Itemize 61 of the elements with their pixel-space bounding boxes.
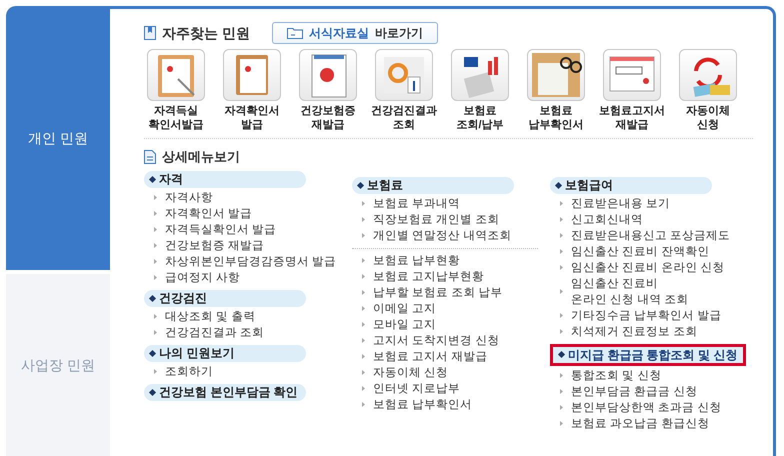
menu-link[interactable]: 통합조회 및 신청 (550, 368, 746, 384)
category-header: 건강보험 본인부담금 확인 (144, 384, 306, 400)
category-header: 보험급여 (550, 176, 712, 194)
tile-label: 보험료고지서 재발급 (599, 104, 665, 132)
menu-link[interactable]: 인터넷 지로납부 (352, 380, 538, 396)
menu-link[interactable]: 직장보험료 개인별 조회 (352, 212, 538, 228)
menu-link[interactable]: 건강보험증 재발급 (144, 238, 340, 254)
shortcut-tile[interactable]: 자격확인서 발급 (220, 49, 284, 132)
category-header: 건강검진 (144, 290, 306, 306)
menu-link[interactable]: 자격확인서 발급 (144, 206, 340, 222)
menu-link[interactable]: 임신출산 진료비 잔액확인 (550, 244, 746, 260)
menu-link[interactable]: 본인부담금 환급금 신청 (550, 384, 746, 400)
menu-link[interactable]: 보험료 납부현황 (352, 252, 538, 268)
tile-label: 건강검진결과 조회 (371, 104, 437, 132)
menu-link[interactable]: 건강검진결과 조회 (144, 324, 340, 340)
menu-link[interactable]: 보험료 과오납금 환급신청 (550, 416, 746, 432)
menu-link[interactable]: 임신출산 진료비 온라인 신청 내역 조회 (550, 276, 746, 308)
menu-link[interactable]: 모바일 고지 (352, 316, 538, 332)
menu-link[interactable]: 보험료 납부확인서 (352, 396, 538, 412)
shortcut-tile[interactable]: 자격득실 확인서발급 (144, 49, 208, 132)
category-header: 자격 (144, 170, 306, 188)
menu-link[interactable]: 납부할 보험료 조회 납부 (352, 284, 538, 300)
menu-link[interactable]: 신고회신내역 (550, 212, 746, 228)
menu-link[interactable]: 보험료 고지납부현황 (352, 268, 538, 284)
shortcut-tile[interactable]: 보험료 조회/납부 (448, 49, 512, 132)
shortcut-tile[interactable]: 보험료고지서 재발급 (600, 49, 664, 132)
menu-link[interactable]: 대상조회 및 출력 (144, 308, 340, 324)
menu-link[interactable]: 개인별 연말정산 내역조회 (352, 228, 538, 244)
tile-label: 보험료 조회/납부 (456, 104, 504, 132)
menu-link[interactable]: 차상위본인부담경감증명서 발급 (144, 254, 340, 270)
menu-link[interactable]: 치석제거 진료정보 조회 (550, 324, 746, 340)
shortcut-tile[interactable]: 건강검진결과 조회 (372, 49, 436, 132)
menu-link[interactable]: 보험료 부과내역 (352, 196, 538, 212)
section-title: 상세메뉴보기 (162, 148, 240, 166)
menu-link[interactable]: 자격득실확인서 발급 (144, 222, 340, 238)
menu-link[interactable]: 고지서 도착지변경 신청 (352, 332, 538, 348)
shortcut-tile[interactable]: 보험료 납부확인서 (524, 49, 588, 132)
section-title: 자주찾는 민원 (162, 24, 250, 42)
menu-link[interactable]: 자동이체 신청 (352, 364, 538, 380)
sidebar-tab[interactable]: 개인 민원 (6, 6, 110, 270)
shortcut-tile[interactable]: 건강보험증 재발급 (296, 49, 360, 132)
tile-label: 보험료 납부확인서 (528, 104, 584, 132)
menu-link[interactable]: 조회하기 (144, 364, 340, 380)
forms-shortcut-button[interactable]: 서식자료실 바로가기 (272, 22, 438, 44)
menu-link[interactable]: 진료받은내용신고 포상금제도 (550, 228, 746, 244)
tile-label: 건강보험증 재발급 (300, 104, 356, 132)
menu-link[interactable]: 보험료 고지서 재발급 (352, 348, 538, 364)
menu-link[interactable]: 임신출산 진료비 온라인 신청 (550, 260, 746, 276)
tile-label: 자격득실 확인서발급 (148, 104, 204, 132)
category-header: 미지급 환급금 통합조회 및 신청 (550, 344, 746, 366)
menu-link[interactable]: 이메일 고지 (352, 300, 538, 316)
menu-link[interactable]: 급여정지 사항 (144, 270, 340, 286)
category-header: 보험료 (352, 176, 514, 194)
menu-link[interactable]: 기타징수금 납부확인서 발급 (550, 308, 746, 324)
menu-link[interactable]: 진료받은내용 보기 (550, 196, 746, 212)
shortcut-tile[interactable]: 자동이체 신청 (676, 49, 740, 132)
menu-link[interactable]: 자격사항 (144, 190, 340, 206)
category-header: 나의 민원보기 (144, 344, 306, 362)
tile-label: 자격확인서 발급 (224, 104, 280, 132)
tile-label: 자동이체 신청 (686, 104, 730, 132)
menu-link[interactable]: 본인부담상한액 초과금 신청 (550, 400, 746, 416)
